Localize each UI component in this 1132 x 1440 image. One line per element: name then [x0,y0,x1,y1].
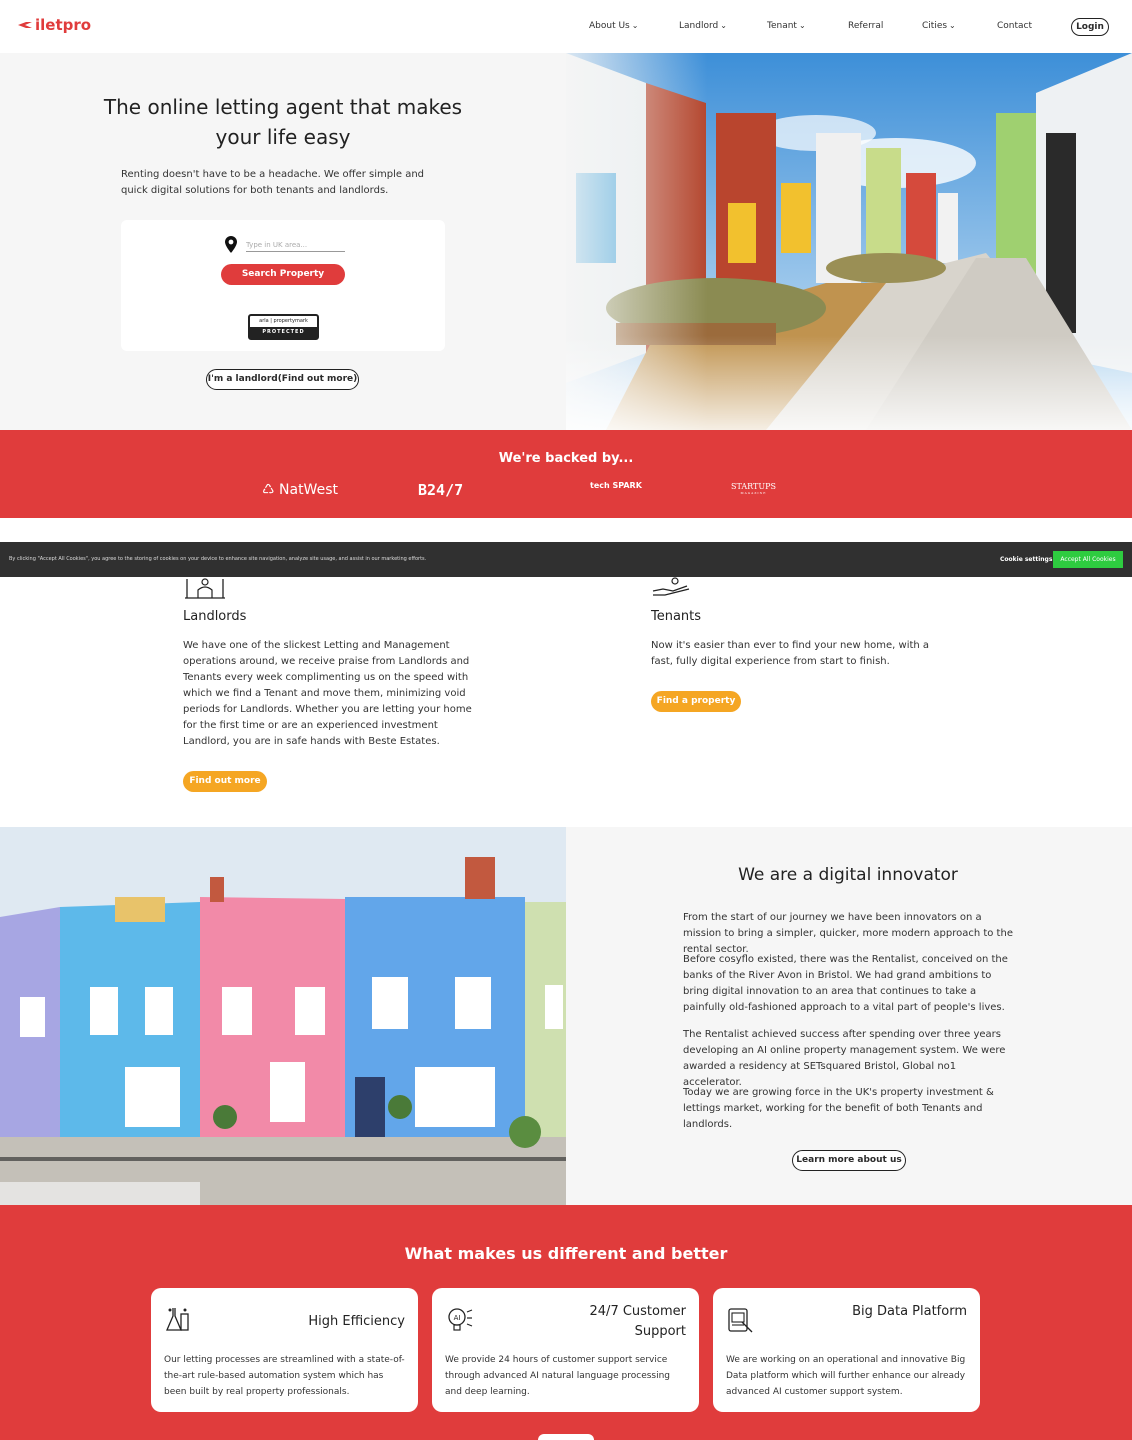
nav-referral-label: Referral [848,21,884,31]
backed-by-title: We're backed by... [498,451,634,466]
colorful-houses-photo [0,827,566,1205]
nav-cities[interactable]: Cities ⌄ [922,21,956,31]
logo-mark-icon [18,22,32,28]
cookie-notice-text: By clicking "Accept All Cookies", you ag… [9,556,427,562]
feature-card-big-data: Big Data Platform We are working on an o… [713,1288,980,1412]
nav-referral[interactable]: Referral [848,21,883,31]
brand-name: iletpro [35,16,92,34]
landlords-text: We have one of the slickest Letting and … [183,640,472,747]
search-property-button[interactable]: Search Property [221,264,345,285]
badge-bottom-text: PROTECTED [250,327,317,338]
partner-b247[interactable]: B24/7 [418,481,463,499]
partner-natwest[interactable]: ♺ NatWest [262,482,338,498]
svg-text:AI: AI [454,1314,461,1322]
tenants-title: Tenants [651,609,702,624]
backed-by-section [0,430,1132,518]
partner-techspark[interactable]: tech SPARK [590,481,642,490]
nav-tenant[interactable]: Tenant ⌄ [767,21,806,31]
feature-title-high-efficiency: High Efficiency [308,1314,405,1329]
top-navbar: iletpro About Us ⌄ Landlord ⌄ Tenant ⌄ Refe… [0,0,1132,53]
search-input[interactable] [246,238,345,252]
accept-all-cookies-button[interactable]: Accept All Cookies [1053,551,1123,568]
innovator-paragraph-3: The Rentalist achieved success after spe… [683,1029,1006,1088]
nav-landlord-label: Landlord [679,21,719,31]
tenant-hand-key-icon [652,577,690,596]
cookie-settings-link[interactable]: Cookie settings [1000,556,1052,563]
login-button[interactable]: Login [1071,18,1109,36]
partner-startups-label: STARTUPS [731,482,776,491]
partner-startups-sub: MAGAZINE [740,491,767,495]
feature-card-customer-support: AI 24/7 Customer Support We provide 24 h… [432,1288,699,1412]
hero-title: The online letting agent that makes your… [103,95,463,149]
different-title: What makes us different and better [404,1244,728,1263]
nav-about-us[interactable]: About Us ⌄ [589,21,638,31]
chevron-down-icon: ⌄ [949,21,956,30]
brand-logo[interactable]: iletpro [18,16,91,34]
arla-protected-badge: arla | propertymark PROTECTED [248,314,319,340]
innovator-paragraph-2: Before cosyflo existed, there was the Re… [683,954,1008,1013]
nav-contact[interactable]: Contact [997,21,1032,31]
natwest-logo-icon: ♺ [262,482,275,498]
nav-contact-label: Contact [997,21,1033,31]
feature-text-big-data: We are working on an operational and inn… [726,1355,966,1397]
feature-title-customer-support: 24/7 Customer Support [589,1304,686,1339]
nav-landlord[interactable]: Landlord ⌄ [679,21,727,31]
feature-card-high-efficiency: High Efficiency Our letting processes ar… [151,1288,418,1412]
landlord-house-icon [185,578,225,599]
nav-cities-label: Cities [922,21,948,31]
nav-about-label: About Us [589,21,630,31]
hero-street-photo [566,53,1132,430]
innovator-paragraph-4: Today we are growing force in the UK's p… [683,1087,994,1130]
badge-top-text: arla | propertymark [259,318,308,324]
chevron-down-icon: ⌄ [798,21,806,30]
hero-subtitle: Renting doesn't have to be a headache. W… [121,169,425,196]
landlords-title: Landlords [183,609,247,624]
chevron-down-icon: ⌄ [720,21,727,30]
landlords-find-out-more-button[interactable]: Find out more [183,771,267,792]
innovator-paragraph-1: From the start of our journey we have be… [683,912,1013,955]
feature-title-big-data: Big Data Platform [852,1304,967,1319]
partner-startups[interactable]: STARTUPS MAGAZINE [731,482,776,495]
lab-flask-icon [166,1308,189,1331]
ai-bulb-icon: AI [448,1308,473,1331]
partner-natwest-label: NatWest [279,482,338,498]
bottom-button-partial[interactable] [538,1434,594,1440]
location-pin-icon [225,236,237,253]
learn-more-about-us-button[interactable]: Learn more about us [792,1150,906,1171]
tenants-text: Now it's easier than ever to find your n… [651,640,930,667]
nav-tenant-label: Tenant [767,21,797,31]
feature-text-high-efficiency: Our letting processes are streamlined wi… [164,1355,405,1397]
data-tablet-icon [728,1308,753,1333]
find-a-property-button[interactable]: Find a property [651,691,741,712]
innovator-title: We are a digital innovator [738,865,958,885]
landlord-find-out-button[interactable]: I'm a landlord(Find out more) [206,369,359,390]
chevron-down-icon: ⌄ [631,21,639,30]
feature-text-customer-support: We provide 24 hours of customer support … [445,1355,671,1397]
